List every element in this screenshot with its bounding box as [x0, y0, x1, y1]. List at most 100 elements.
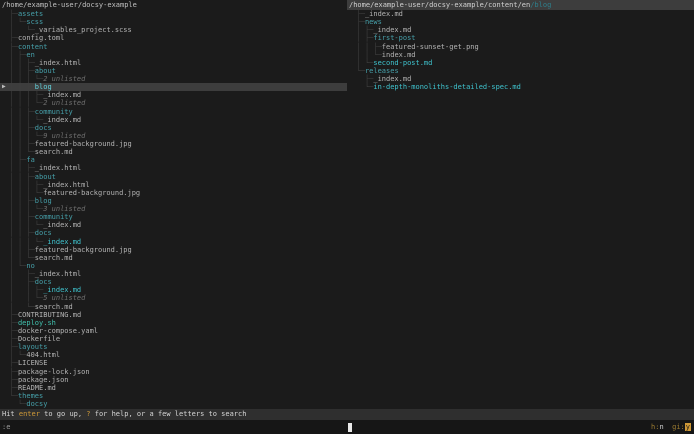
tree-row[interactable]: │ │ └─index.md: [347, 51, 694, 59]
tree-branch-lines: │ │ └─: [10, 294, 44, 302]
tree-row[interactable]: │ └─404.html: [0, 351, 347, 359]
tree-row[interactable]: ├─Dockerfile: [0, 335, 347, 343]
file-name: second-post.md: [373, 59, 432, 67]
tree-row[interactable]: │ │ ├─about: [0, 67, 347, 75]
dir-name: about: [35, 173, 56, 181]
tree-row[interactable]: │ │ ├─featured-background.jpg: [0, 140, 347, 148]
tree-row[interactable]: │ │ └─5 unlisted: [0, 294, 347, 302]
file-name: _index.md: [373, 75, 411, 83]
tree-row[interactable]: │ │ ├─docs: [0, 124, 347, 132]
tree-row[interactable]: │ │ │ ├─_index.html: [0, 181, 347, 189]
file-name: _index.html: [43, 181, 89, 189]
tree-branch-lines: ├─: [10, 43, 18, 51]
file-name: CONTRIBUTING.md: [18, 311, 81, 319]
tree-row[interactable]: ├─docker-compose.yaml: [0, 327, 347, 335]
tree-row[interactable]: │ └─no: [0, 262, 347, 270]
file-name: index.md: [382, 51, 416, 59]
file-name: in-depth-monoliths-detailed-spec.md: [373, 83, 521, 91]
tree-row[interactable]: └─themes: [0, 392, 347, 400]
tree-row[interactable]: │ │ └─search.md: [0, 254, 347, 262]
file-name: LICENSE: [18, 359, 48, 367]
tree-branch-lines: ├─: [357, 75, 374, 83]
tree-branch-lines: ├─: [10, 311, 18, 319]
tree-branch-lines: ├─: [10, 327, 18, 335]
tree-branch-lines: │ │ └─: [10, 254, 35, 262]
tree-branch-lines: ├─: [10, 10, 18, 18]
tree-row[interactable]: │ │ │ └─_index.md: [0, 238, 347, 246]
path-prefix: /home/example-user/docsy-example/content…: [349, 1, 530, 9]
tree-row[interactable]: │ └─second-post.md: [347, 59, 694, 67]
tree-row[interactable]: │ │ │ └─2 unlisted: [0, 75, 347, 83]
file-name: _index.html: [35, 164, 81, 172]
dir-name: community: [35, 108, 73, 116]
tree-row[interactable]: │ │ ├─blog: [0, 197, 347, 205]
tree-row[interactable]: ├─package-lock.json: [0, 368, 347, 376]
tree-row[interactable]: │ │ ├─community: [0, 108, 347, 116]
tree-row[interactable]: │ │ ├─_index.html: [0, 59, 347, 67]
file-name: featured-sunset-get.png: [382, 43, 479, 51]
dir-name: first-post: [373, 34, 415, 42]
tree-row[interactable]: │ │ │ └─featured-background.jpg: [0, 189, 347, 197]
status-key-hint: enter: [19, 410, 40, 418]
dir-name: docsy: [26, 400, 47, 408]
tree-branch-lines: │ │ ├─: [10, 246, 35, 254]
tree-branch-lines: │ │ ├─: [10, 67, 35, 75]
tree-row[interactable]: │ │ ├─_index.html: [0, 164, 347, 172]
file-name: search.md: [35, 148, 73, 156]
left-panel: /home/example-user/docsy-example ├─asset…: [0, 0, 347, 409]
tree-row[interactable]: │ ├─first-post: [347, 34, 694, 42]
tree-row[interactable]: │ └─search.md: [0, 303, 347, 311]
dir-name: no: [26, 262, 34, 270]
file-name: featured-background.jpg: [43, 189, 140, 197]
right-panel-path: /home/example-user/docsy-example/content…: [347, 0, 694, 10]
status-bar: Hit enter to go up, ? for help, or a few…: [0, 409, 694, 420]
tree-row[interactable]: ├─_index.md: [347, 10, 694, 18]
tree-row[interactable]: │ │ │ └─_index.md: [0, 221, 347, 229]
dir-name: themes: [18, 392, 43, 400]
tree-row[interactable]: ├─CONTRIBUTING.md: [0, 311, 347, 319]
tree-branch-lines: │ │ ├─: [10, 108, 35, 116]
tree-row[interactable]: └─docsy: [0, 400, 347, 408]
tree-row[interactable]: └─in-depth-monoliths-detailed-spec.md: [347, 83, 694, 91]
tree-row[interactable]: ├─content: [0, 43, 347, 51]
dir-name: docs: [35, 229, 52, 237]
tree-row[interactable]: ├─config.toml: [0, 34, 347, 42]
tree-row[interactable]: │ │ │ └─3 unlisted: [0, 205, 347, 213]
dir-name: blog: [35, 197, 52, 205]
tree-branch-lines: │ │ │ └─: [10, 75, 44, 83]
tree-branch-lines: ├─: [357, 10, 365, 18]
tree-row[interactable]: │ │ ├─about: [0, 173, 347, 181]
tree-row[interactable]: ├─deploy.sh: [0, 319, 347, 327]
tree-row[interactable]: ├─LICENSE: [0, 359, 347, 367]
dir-name: scss: [26, 18, 43, 26]
left-panel-input[interactable]: :e: [2, 420, 10, 434]
tree-row[interactable]: │ ├─_index.html: [0, 270, 347, 278]
tree-row[interactable]: │ │ ├─featured-sunset-get.png: [347, 43, 694, 51]
broot-window: /home/example-user/docsy-example ├─asset…: [0, 0, 694, 434]
tree-branch-lines: │ └─: [10, 262, 27, 270]
tree-row[interactable]: │ ├─en: [0, 51, 347, 59]
tree-row[interactable]: │ │ │ └─2 unlisted: [0, 99, 347, 107]
tree-row[interactable]: │ │ ├─featured-background.jpg: [0, 246, 347, 254]
tree-row[interactable]: └─releases: [347, 67, 694, 75]
tree-row[interactable]: ├─README.md: [0, 384, 347, 392]
status-text: Hit: [2, 410, 19, 418]
tree-branch-lines: │ │ └─: [357, 51, 382, 59]
tree-row[interactable]: ├─package.json: [0, 376, 347, 384]
flag-value: y: [685, 423, 691, 431]
tree-row[interactable]: │ │ └─search.md: [0, 148, 347, 156]
dir-name: blog: [35, 83, 52, 91]
tree-row[interactable]: │ │ │ └─9 unlisted: [0, 132, 347, 140]
file-name: docker-compose.yaml: [18, 327, 98, 335]
tree-row[interactable]: │ │ ├─docs: [0, 229, 347, 237]
tree-row[interactable]: ├─_index.md: [347, 75, 694, 83]
tree-row[interactable]: │ │ │ └─_index.md: [0, 116, 347, 124]
tree-branch-lines: ├─: [357, 18, 365, 26]
dir-name: docs: [35, 278, 52, 286]
tree-branch-lines: │ │ └─: [10, 148, 35, 156]
tree-row[interactable]: ├─assets: [0, 10, 347, 18]
tree-branch-lines: │ │ ├─: [10, 140, 35, 148]
file-name: package-lock.json: [18, 368, 90, 376]
file-name: 9 unlisted: [43, 132, 85, 140]
file-name: 2 unlisted: [43, 99, 85, 107]
